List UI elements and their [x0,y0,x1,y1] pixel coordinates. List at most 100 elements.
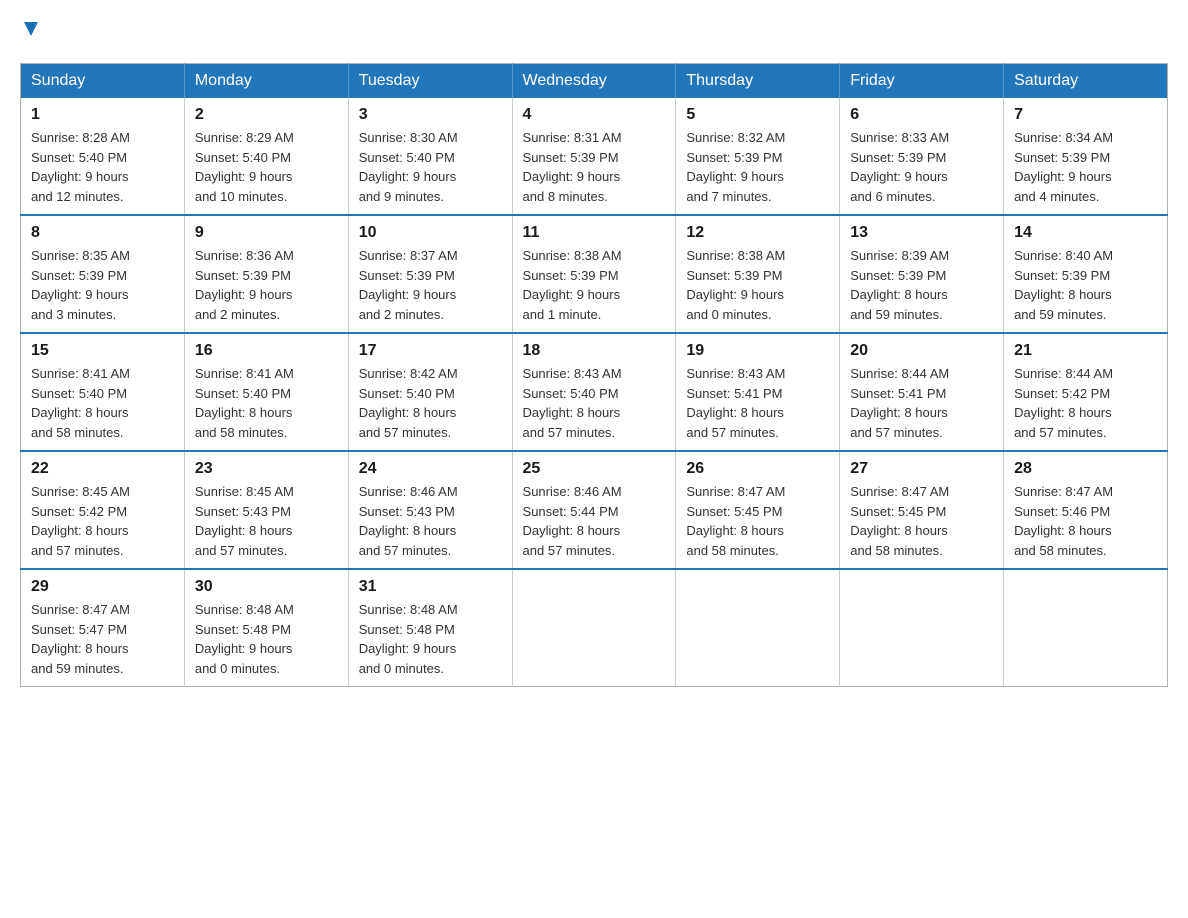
table-row: 14 Sunrise: 8:40 AMSunset: 5:39 PMDaylig… [1004,215,1168,333]
day-number: 9 [195,224,338,242]
table-row: 7 Sunrise: 8:34 AMSunset: 5:39 PMDayligh… [1004,98,1168,215]
day-info: Sunrise: 8:28 AMSunset: 5:40 PMDaylight:… [31,128,174,206]
table-row: 19 Sunrise: 8:43 AMSunset: 5:41 PMDaylig… [676,333,840,451]
week-row-1: 1 Sunrise: 8:28 AMSunset: 5:40 PMDayligh… [21,98,1168,215]
weekday-friday: Friday [840,64,1004,99]
day-info: Sunrise: 8:44 AMSunset: 5:41 PMDaylight:… [850,364,993,442]
table-row [512,569,676,687]
day-info: Sunrise: 8:41 AMSunset: 5:40 PMDaylight:… [195,364,338,442]
day-info: Sunrise: 8:32 AMSunset: 5:39 PMDaylight:… [686,128,829,206]
weekday-header-row: SundayMondayTuesdayWednesdayThursdayFrid… [21,64,1168,99]
day-info: Sunrise: 8:43 AMSunset: 5:40 PMDaylight:… [523,364,666,442]
day-number: 21 [1014,342,1157,360]
table-row: 2 Sunrise: 8:29 AMSunset: 5:40 PMDayligh… [184,98,348,215]
day-info: Sunrise: 8:45 AMSunset: 5:43 PMDaylight:… [195,482,338,560]
table-row: 11 Sunrise: 8:38 AMSunset: 5:39 PMDaylig… [512,215,676,333]
weekday-monday: Monday [184,64,348,99]
day-info: Sunrise: 8:36 AMSunset: 5:39 PMDaylight:… [195,246,338,324]
table-row: 24 Sunrise: 8:46 AMSunset: 5:43 PMDaylig… [348,451,512,569]
table-row: 18 Sunrise: 8:43 AMSunset: 5:40 PMDaylig… [512,333,676,451]
day-number: 19 [686,342,829,360]
day-number: 18 [523,342,666,360]
day-number: 30 [195,578,338,596]
day-info: Sunrise: 8:47 AMSunset: 5:46 PMDaylight:… [1014,482,1157,560]
table-row: 13 Sunrise: 8:39 AMSunset: 5:39 PMDaylig… [840,215,1004,333]
day-info: Sunrise: 8:38 AMSunset: 5:39 PMDaylight:… [523,246,666,324]
table-row: 12 Sunrise: 8:38 AMSunset: 5:39 PMDaylig… [676,215,840,333]
day-info: Sunrise: 8:40 AMSunset: 5:39 PMDaylight:… [1014,246,1157,324]
day-info: Sunrise: 8:39 AMSunset: 5:39 PMDaylight:… [850,246,993,324]
table-row: 6 Sunrise: 8:33 AMSunset: 5:39 PMDayligh… [840,98,1004,215]
table-row: 1 Sunrise: 8:28 AMSunset: 5:40 PMDayligh… [21,98,185,215]
page-header [20,20,1168,43]
table-row: 21 Sunrise: 8:44 AMSunset: 5:42 PMDaylig… [1004,333,1168,451]
table-row: 5 Sunrise: 8:32 AMSunset: 5:39 PMDayligh… [676,98,840,215]
day-number: 1 [31,106,174,124]
day-number: 26 [686,460,829,478]
table-row: 10 Sunrise: 8:37 AMSunset: 5:39 PMDaylig… [348,215,512,333]
day-info: Sunrise: 8:47 AMSunset: 5:45 PMDaylight:… [850,482,993,560]
day-info: Sunrise: 8:31 AMSunset: 5:39 PMDaylight:… [523,128,666,206]
calendar-body: 1 Sunrise: 8:28 AMSunset: 5:40 PMDayligh… [21,98,1168,687]
day-info: Sunrise: 8:34 AMSunset: 5:39 PMDaylight:… [1014,128,1157,206]
weekday-wednesday: Wednesday [512,64,676,99]
table-row: 30 Sunrise: 8:48 AMSunset: 5:48 PMDaylig… [184,569,348,687]
weekday-tuesday: Tuesday [348,64,512,99]
table-row: 15 Sunrise: 8:41 AMSunset: 5:40 PMDaylig… [21,333,185,451]
day-info: Sunrise: 8:46 AMSunset: 5:44 PMDaylight:… [523,482,666,560]
day-number: 28 [1014,460,1157,478]
day-number: 2 [195,106,338,124]
day-info: Sunrise: 8:46 AMSunset: 5:43 PMDaylight:… [359,482,502,560]
day-number: 10 [359,224,502,242]
day-number: 13 [850,224,993,242]
day-number: 17 [359,342,502,360]
table-row: 28 Sunrise: 8:47 AMSunset: 5:46 PMDaylig… [1004,451,1168,569]
table-row: 31 Sunrise: 8:48 AMSunset: 5:48 PMDaylig… [348,569,512,687]
table-row: 29 Sunrise: 8:47 AMSunset: 5:47 PMDaylig… [21,569,185,687]
table-row [1004,569,1168,687]
table-row [840,569,1004,687]
day-number: 25 [523,460,666,478]
day-number: 15 [31,342,174,360]
table-row: 20 Sunrise: 8:44 AMSunset: 5:41 PMDaylig… [840,333,1004,451]
day-number: 5 [686,106,829,124]
day-info: Sunrise: 8:41 AMSunset: 5:40 PMDaylight:… [31,364,174,442]
day-number: 29 [31,578,174,596]
table-row: 16 Sunrise: 8:41 AMSunset: 5:40 PMDaylig… [184,333,348,451]
day-info: Sunrise: 8:47 AMSunset: 5:47 PMDaylight:… [31,600,174,678]
table-row [676,569,840,687]
table-row: 22 Sunrise: 8:45 AMSunset: 5:42 PMDaylig… [21,451,185,569]
week-row-4: 22 Sunrise: 8:45 AMSunset: 5:42 PMDaylig… [21,451,1168,569]
day-info: Sunrise: 8:48 AMSunset: 5:48 PMDaylight:… [359,600,502,678]
table-row: 3 Sunrise: 8:30 AMSunset: 5:40 PMDayligh… [348,98,512,215]
day-info: Sunrise: 8:29 AMSunset: 5:40 PMDaylight:… [195,128,338,206]
weekday-saturday: Saturday [1004,64,1168,99]
day-number: 24 [359,460,502,478]
weekday-sunday: Sunday [21,64,185,99]
day-number: 3 [359,106,502,124]
weekday-thursday: Thursday [676,64,840,99]
day-info: Sunrise: 8:35 AMSunset: 5:39 PMDaylight:… [31,246,174,324]
table-row: 4 Sunrise: 8:31 AMSunset: 5:39 PMDayligh… [512,98,676,215]
day-info: Sunrise: 8:47 AMSunset: 5:45 PMDaylight:… [686,482,829,560]
day-number: 23 [195,460,338,478]
day-info: Sunrise: 8:30 AMSunset: 5:40 PMDaylight:… [359,128,502,206]
table-row: 25 Sunrise: 8:46 AMSunset: 5:44 PMDaylig… [512,451,676,569]
logo-arrow-icon [20,18,42,45]
day-number: 4 [523,106,666,124]
table-row: 23 Sunrise: 8:45 AMSunset: 5:43 PMDaylig… [184,451,348,569]
table-row: 26 Sunrise: 8:47 AMSunset: 5:45 PMDaylig… [676,451,840,569]
day-number: 14 [1014,224,1157,242]
calendar-header: SundayMondayTuesdayWednesdayThursdayFrid… [21,64,1168,99]
day-info: Sunrise: 8:43 AMSunset: 5:41 PMDaylight:… [686,364,829,442]
table-row: 27 Sunrise: 8:47 AMSunset: 5:45 PMDaylig… [840,451,1004,569]
week-row-3: 15 Sunrise: 8:41 AMSunset: 5:40 PMDaylig… [21,333,1168,451]
day-number: 20 [850,342,993,360]
day-number: 12 [686,224,829,242]
day-number: 31 [359,578,502,596]
day-info: Sunrise: 8:42 AMSunset: 5:40 PMDaylight:… [359,364,502,442]
logo [20,20,42,43]
day-number: 7 [1014,106,1157,124]
calendar-table: SundayMondayTuesdayWednesdayThursdayFrid… [20,63,1168,687]
day-number: 6 [850,106,993,124]
